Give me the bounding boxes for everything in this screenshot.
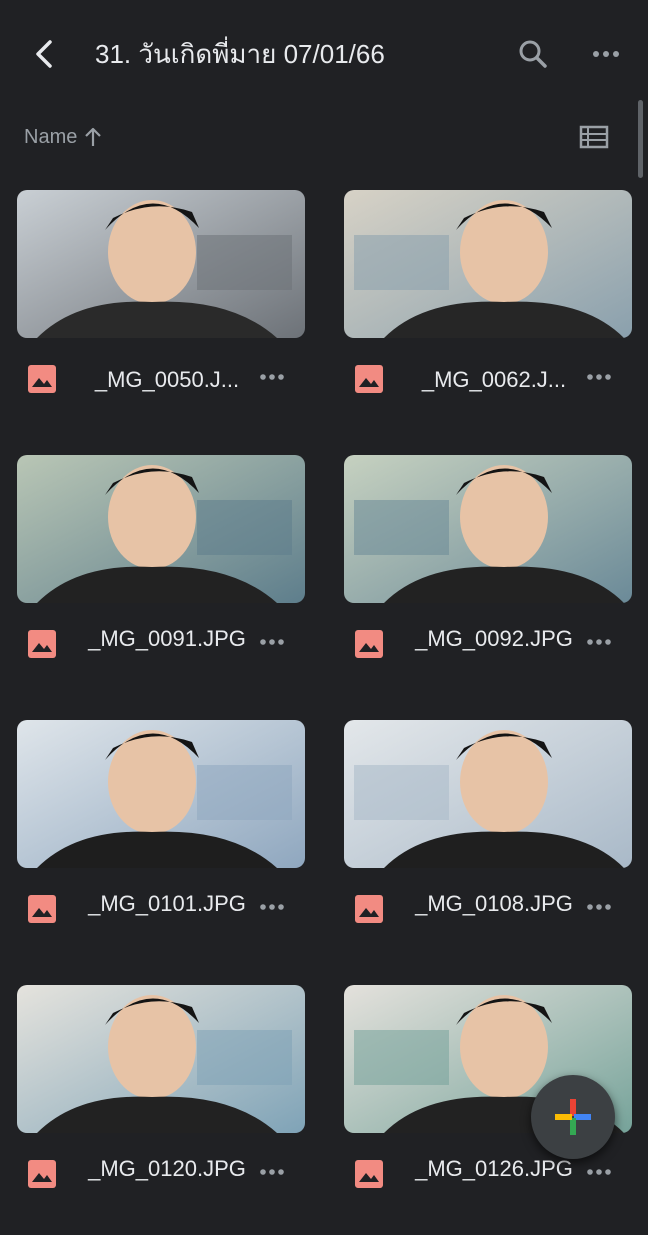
file-info-row: _MG_0062.J... bbox=[344, 350, 634, 430]
more-horizontal-icon bbox=[260, 374, 284, 380]
plus-icon bbox=[555, 1099, 591, 1135]
file-thumbnail[interactable] bbox=[17, 455, 305, 603]
file-name[interactable]: _MG_0120.JPG bbox=[69, 1151, 265, 1187]
photo-thumbnail-image bbox=[17, 720, 305, 868]
photo-thumbnail-image bbox=[17, 985, 305, 1133]
more-horizontal-icon bbox=[587, 639, 611, 645]
photo-thumbnail-image bbox=[17, 190, 305, 338]
photo-thumbnail-image bbox=[17, 455, 305, 603]
file-thumbnail[interactable] bbox=[344, 720, 632, 868]
file-card[interactable]: _MG_0120.JPG bbox=[17, 985, 307, 1235]
file-thumbnail[interactable] bbox=[17, 720, 305, 868]
file-thumbnail[interactable] bbox=[17, 985, 305, 1133]
more-horizontal-icon bbox=[260, 1169, 284, 1175]
file-more-button[interactable] bbox=[584, 362, 614, 392]
file-card[interactable]: _MG_0108.JPG bbox=[344, 720, 634, 970]
file-info-row: _MG_0108.JPG bbox=[344, 880, 634, 960]
file-thumbnail[interactable] bbox=[17, 190, 305, 338]
file-more-button[interactable] bbox=[584, 627, 614, 657]
more-horizontal-icon bbox=[260, 904, 284, 910]
file-card[interactable]: _MG_0062.J... bbox=[344, 190, 634, 440]
file-more-button[interactable] bbox=[257, 627, 287, 657]
file-name[interactable]: _MG_0062.J... bbox=[396, 362, 592, 398]
file-card[interactable]: _MG_0101.JPG bbox=[17, 720, 307, 970]
photo-thumbnail-image bbox=[344, 190, 632, 338]
file-thumbnail[interactable] bbox=[344, 455, 632, 603]
file-info-row: _MG_0050.J... bbox=[17, 350, 307, 430]
image-file-icon bbox=[354, 1159, 384, 1189]
image-file-icon bbox=[27, 1159, 57, 1189]
file-grid: _MG_0050.J... _MG_0062.J... _MG_0091.JPG _M… bbox=[0, 0, 648, 1200]
file-info-row: _MG_0091.JPG bbox=[17, 615, 307, 695]
image-file-icon bbox=[27, 894, 57, 924]
file-card[interactable]: _MG_0091.JPG bbox=[17, 455, 307, 705]
file-name[interactable]: _MG_0091.JPG bbox=[69, 621, 265, 657]
file-more-button[interactable] bbox=[584, 1157, 614, 1187]
file-name[interactable]: _MG_0108.JPG bbox=[396, 886, 592, 922]
photo-thumbnail-image bbox=[344, 455, 632, 603]
image-file-icon bbox=[354, 894, 384, 924]
file-info-row: _MG_0120.JPG bbox=[17, 1145, 307, 1225]
file-name[interactable]: _MG_0101.JPG bbox=[69, 886, 265, 922]
file-card[interactable]: _MG_0050.J... bbox=[17, 190, 307, 440]
image-file-icon bbox=[27, 364, 57, 394]
file-info-row: _MG_0092.JPG bbox=[344, 615, 634, 695]
file-name[interactable]: _MG_0050.J... bbox=[69, 362, 265, 398]
file-thumbnail[interactable] bbox=[344, 190, 632, 338]
photo-thumbnail-image bbox=[344, 720, 632, 868]
more-horizontal-icon bbox=[260, 639, 284, 645]
new-item-fab[interactable] bbox=[531, 1075, 615, 1159]
file-card[interactable]: _MG_0092.JPG bbox=[344, 455, 634, 705]
more-horizontal-icon bbox=[587, 374, 611, 380]
more-horizontal-icon bbox=[587, 904, 611, 910]
image-file-icon bbox=[354, 629, 384, 659]
file-more-button[interactable] bbox=[584, 892, 614, 922]
image-file-icon bbox=[27, 629, 57, 659]
file-info-row: _MG_0101.JPG bbox=[17, 880, 307, 960]
file-more-button[interactable] bbox=[257, 1157, 287, 1187]
file-more-button[interactable] bbox=[257, 892, 287, 922]
file-info-row: _MG_0126.JPG bbox=[344, 1145, 634, 1225]
image-file-icon bbox=[354, 364, 384, 394]
more-horizontal-icon bbox=[587, 1169, 611, 1175]
file-name[interactable]: _MG_0092.JPG bbox=[396, 621, 592, 657]
file-more-button[interactable] bbox=[257, 362, 287, 392]
